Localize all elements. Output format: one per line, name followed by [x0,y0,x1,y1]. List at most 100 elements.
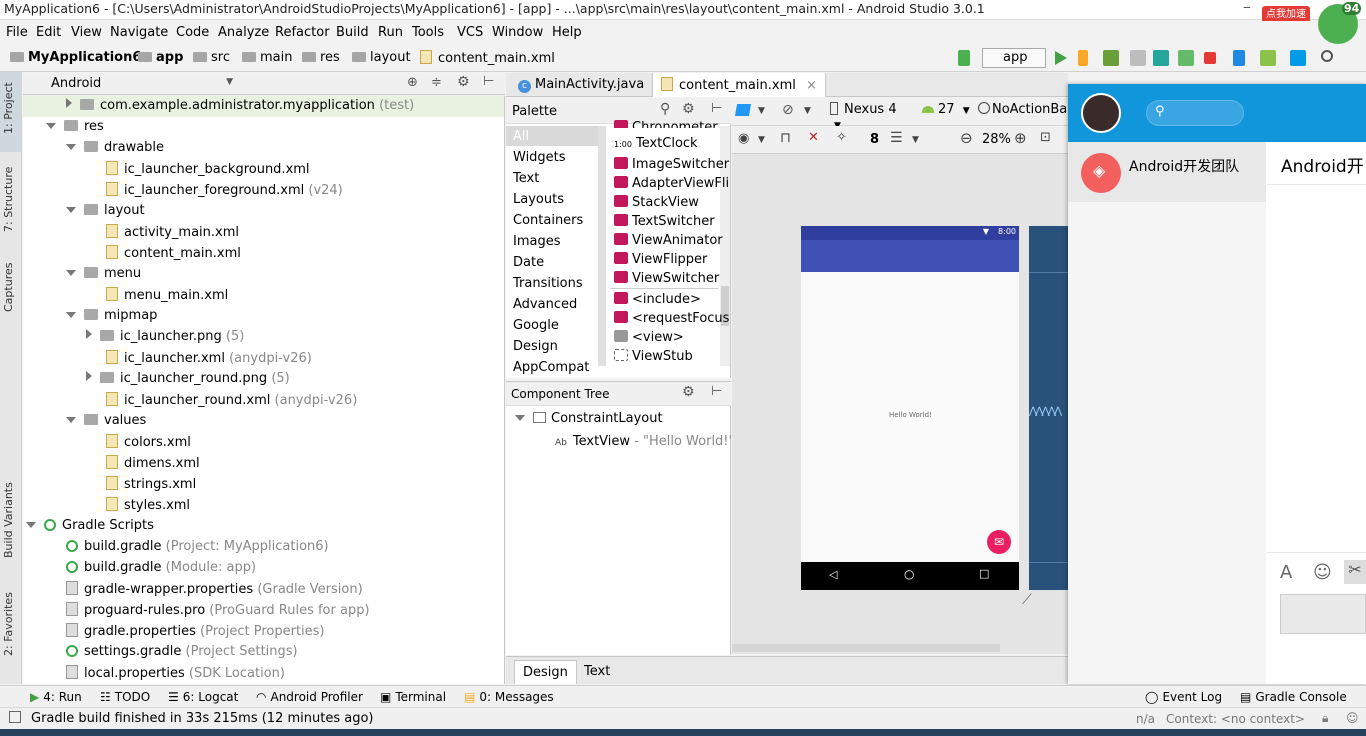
breadcrumb-res[interactable]: res [302,50,340,65]
palette-category[interactable]: Transitions [513,276,583,291]
tree-row-file[interactable]: ic_launcher.png (5) [86,329,244,350]
palette-item[interactable]: ImageSwitcher [614,157,729,172]
gear-icon[interactable]: ⚙ [682,101,695,117]
breadcrumb-project[interactable]: MyApplication6 [10,50,141,65]
tree-row-file[interactable]: build.gradle (Project: MyApplication6) [66,539,329,560]
tree-row-file[interactable]: local.properties (SDK Location) [66,665,285,684]
tree-row-values[interactable]: values [66,413,146,434]
menu-window[interactable]: Window [492,25,543,40]
hello-world-text[interactable]: Hello World! [889,411,932,419]
event-log-tool-button[interactable]: ◯ Event Log [1145,690,1222,704]
palette-item[interactable]: 1:00 TextClock [614,136,698,151]
tree-row-gradle-scripts[interactable]: Gradle Scripts [26,518,154,539]
tree-row-file[interactable]: ic_launcher_round.xml (anydpi-v26) [106,392,357,413]
menu-run[interactable]: Run [378,25,403,40]
menu-code[interactable]: Code [176,25,209,40]
palette-item[interactable]: AdapterViewFli [614,176,729,191]
tree-node-constraintlayout[interactable]: ConstraintLayout [515,411,663,432]
palette-category[interactable]: AppCompat [513,360,589,375]
sdk-manager-icon[interactable] [1290,50,1306,66]
avd-manager-icon[interactable] [1260,50,1276,66]
favorites-tab[interactable]: 2: Favorites [2,592,15,656]
contact-list-item[interactable]: ◈ Android开发团队 [1068,142,1266,202]
palette-item[interactable]: Chronometer [614,120,718,128]
tab-design[interactable]: Design [514,660,577,684]
palette-scrollbar[interactable] [598,126,606,366]
run-tool-button[interactable]: ▶ 4: Run [30,690,82,704]
tree-row-menu[interactable]: menu [66,266,141,287]
theme-select[interactable]: NoActionBar [978,102,1068,122]
tree-row-file[interactable]: ic_launcher_background.xml [106,161,310,182]
blueprint-preview[interactable]: ⋀⋀⋀⋀⋀ [1029,226,1068,590]
tree-row-res[interactable]: res [46,119,104,140]
resize-handle-icon[interactable]: ⟋ [1022,592,1032,608]
stop-icon[interactable] [1204,52,1216,64]
attach-debugger-icon[interactable] [1130,50,1146,66]
close-icon[interactable]: × [806,78,817,93]
menu-tools[interactable]: Tools [412,25,444,40]
avatar[interactable] [1081,93,1121,133]
search-icon[interactable] [1321,50,1333,62]
breadcrumb-app[interactable]: app [138,50,183,65]
palette-category[interactable]: Containers [513,213,583,228]
profile-icon[interactable] [1153,50,1169,66]
search-input[interactable]: ⚲ [1146,100,1244,126]
eye-icon[interactable]: ◉ [738,131,749,146]
palette-item[interactable]: ViewFlipper [614,252,707,267]
structure-tab[interactable]: 7: Structure [2,167,15,232]
palette-category[interactable]: Text [513,171,539,186]
tab-content-main[interactable]: content_main.xml × [652,73,826,97]
tree-row-file[interactable]: ic_launcher.xml (anydpi-v26) [106,350,312,371]
tree-row-file[interactable]: gradle.properties (Project Properties) [66,623,325,644]
api-level-select[interactable]: 27 ▼ [922,102,970,122]
breadcrumb-file[interactable]: content_main.xml [420,50,555,66]
tree-row-package[interactable]: com.example.administrator.myapplication … [66,98,414,119]
accelerate-ball-icon[interactable]: 94 [1318,2,1362,44]
menu-vcs[interactable]: VCS [457,25,483,40]
debug-icon[interactable] [1103,50,1119,66]
default-margin-value[interactable]: 8 [870,132,879,147]
hide-panel-icon[interactable]: ⊢ [711,101,722,116]
palette-category[interactable]: Layouts [513,192,564,207]
tree-row-file[interactable]: styles.xml [106,497,190,518]
project-view-select[interactable]: Android ▼ [51,76,237,94]
breadcrumb-src[interactable]: src [193,50,230,65]
font-icon[interactable]: A [1280,562,1292,583]
layers-icon[interactable] [734,104,752,116]
coverage-icon[interactable] [1178,50,1194,66]
menu-analyze[interactable]: Analyze [218,25,269,40]
palette-item[interactable]: ViewAnimator [614,233,723,248]
palette-item[interactable]: ViewStub [614,349,693,364]
collapse-icon[interactable]: ≑ [431,75,442,90]
palette-item[interactable]: <include> [614,292,701,307]
menu-refactor[interactable]: Refactor [275,25,330,40]
palette-category[interactable]: Images [513,234,561,249]
apply-changes-icon[interactable] [1078,50,1088,66]
build-hammer-icon[interactable] [958,50,970,66]
minimize-button[interactable]: ‒ [1232,0,1262,20]
tree-row-file[interactable]: settings.gradle (Project Settings) [66,644,298,665]
tree-row-file[interactable]: proguard-rules.pro (ProGuard Rules for a… [66,602,370,623]
design-hscrollbar[interactable] [732,644,1000,652]
palette-category[interactable]: Design [513,339,558,354]
tree-row-file[interactable]: ic_launcher_foreground.xml (v24) [106,182,343,203]
orientation-icon[interactable]: ⊘ [782,102,794,118]
emoji-icon[interactable]: ☺ [1313,562,1332,583]
menu-edit[interactable]: Edit [36,25,61,40]
clear-constraints-icon[interactable]: ✕ [808,130,819,145]
tab-text[interactable]: Text [576,660,618,684]
panel-toggle-icon[interactable] [9,711,21,723]
palette-category[interactable]: All [513,129,529,144]
palette-item[interactable]: <view> [614,330,684,345]
sync-icon[interactable] [1233,50,1245,66]
menu-file[interactable]: File [6,25,28,40]
image-thumbnail[interactable] [1280,594,1366,634]
tree-row-file[interactable]: activity_main.xml [106,224,239,245]
tree-row-file[interactable]: dimens.xml [106,455,200,476]
tree-row-layout[interactable]: layout [66,203,145,224]
profiler-tool-button[interactable]: ◠ Android Profiler [256,690,363,704]
gear-icon[interactable]: ⚙ [457,74,470,90]
inspector-icon[interactable]: ☺ [1346,711,1359,725]
tree-row-file[interactable]: gradle-wrapper.properties (Gradle Versio… [66,581,363,602]
terminal-tool-button[interactable]: ▣ Terminal [380,690,446,704]
